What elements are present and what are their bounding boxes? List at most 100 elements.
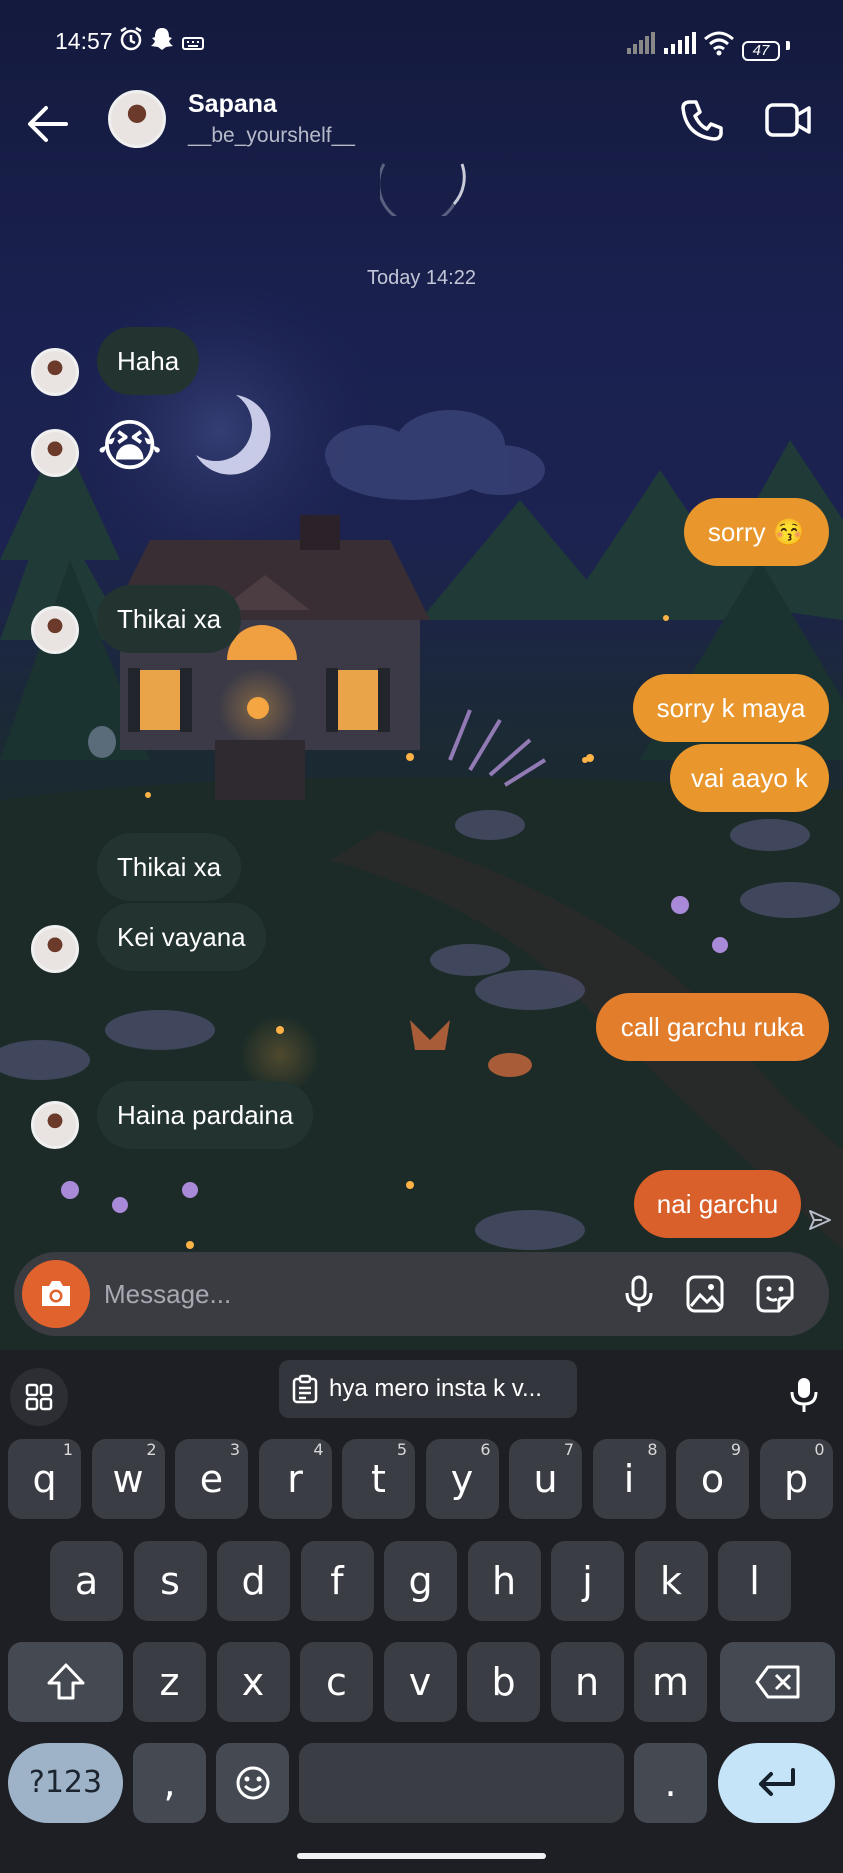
key-y[interactable]: y6 <box>425 1439 499 1519</box>
key-v[interactable]: v <box>383 1642 457 1722</box>
symbols-key[interactable]: ?123 <box>8 1743 123 1823</box>
key-b[interactable]: b <box>467 1642 540 1722</box>
emoji-icon <box>236 1766 269 1800</box>
enter-key[interactable] <box>718 1743 835 1823</box>
key-label: g <box>408 1559 433 1603</box>
camera-button[interactable] <box>22 1260 90 1328</box>
message-input[interactable]: Message... <box>104 1252 604 1336</box>
key-r[interactable]: r4 <box>258 1439 332 1519</box>
key-c[interactable]: c <box>300 1642 373 1722</box>
keyboard-indicator-icon <box>182 30 204 57</box>
chat-screen: 14:57 47 Sapana __be_yourshelf__ Today 1… <box>0 0 843 1873</box>
key-label: b <box>491 1660 516 1704</box>
key-q[interactable]: q1 <box>8 1439 81 1519</box>
key-u[interactable]: u7 <box>509 1439 582 1519</box>
outgoing-message[interactable]: vai aayo k <box>670 744 829 812</box>
gallery-icon[interactable] <box>685 1274 725 1314</box>
key-label: z <box>159 1660 180 1704</box>
key-w[interactable]: w2 <box>91 1439 165 1519</box>
key-label: j <box>582 1559 593 1603</box>
key-m[interactable]: m <box>634 1642 707 1722</box>
key-label: a <box>74 1559 99 1603</box>
key-j[interactable]: j <box>551 1541 624 1621</box>
key-number-hint: 5 <box>396 1440 407 1459</box>
incoming-message[interactable]: Kei vayana <box>97 903 266 971</box>
outgoing-message[interactable]: call garchu ruka <box>596 993 829 1061</box>
sender-avatar[interactable] <box>31 606 79 654</box>
period-key[interactable]: . <box>634 1743 707 1823</box>
shift-icon <box>47 1663 84 1700</box>
status-time: 14:57 <box>55 28 113 54</box>
clipboard-icon <box>292 1374 318 1404</box>
message-timestamp: Today 14:22 <box>367 267 476 289</box>
key-number-hint: 2 <box>146 1440 157 1459</box>
key-h[interactable]: h <box>467 1541 541 1621</box>
outgoing-message[interactable]: nai garchu <box>634 1170 801 1238</box>
key-k[interactable]: k <box>634 1541 708 1621</box>
key-label: l <box>749 1559 760 1603</box>
sent-status-icon <box>808 1208 832 1232</box>
key-number-hint: 7 <box>563 1440 574 1459</box>
key-number-hint: 3 <box>229 1440 240 1459</box>
incoming-message[interactable]: Thikai xa <box>97 585 242 653</box>
signal-icon-1 <box>627 32 657 60</box>
battery-level: 47 <box>742 41 780 61</box>
sender-avatar[interactable] <box>31 1101 79 1149</box>
key-label: v <box>408 1660 432 1704</box>
key-i[interactable]: i8 <box>592 1439 666 1519</box>
comma-key[interactable]: , <box>133 1743 206 1823</box>
contact-avatar[interactable] <box>108 90 166 148</box>
video-call-icon[interactable] <box>764 100 812 140</box>
back-arrow-icon[interactable] <box>26 102 70 146</box>
contact-name[interactable]: Sapana <box>188 90 277 119</box>
key-label: h <box>491 1559 517 1603</box>
chat-header: Sapana __be_yourshelf__ <box>0 80 843 162</box>
voice-input-icon[interactable] <box>786 1370 822 1420</box>
on-screen-keyboard: hya mero insta k v... q1w2e3r4t5y6u7i8o9… <box>0 1350 843 1873</box>
sticker-icon[interactable] <box>755 1274 795 1314</box>
key-n[interactable]: n <box>550 1642 624 1722</box>
key-label: d <box>241 1559 266 1603</box>
signal-icon-2 <box>664 32 696 60</box>
camera-icon <box>42 1281 70 1306</box>
sender-avatar[interactable] <box>31 348 79 396</box>
incoming-message[interactable]: Haina pardaina <box>97 1081 314 1149</box>
key-d[interactable]: d <box>217 1541 290 1621</box>
enter-icon <box>758 1768 795 1796</box>
alarm-icon <box>118 26 144 58</box>
key-t[interactable]: t5 <box>342 1439 415 1519</box>
phone-call-icon[interactable] <box>680 98 724 142</box>
key-number-hint: 9 <box>730 1440 741 1459</box>
key-p[interactable]: p0 <box>759 1439 833 1519</box>
sender-avatar[interactable] <box>31 925 79 973</box>
key-z[interactable]: z <box>133 1642 206 1722</box>
key-e[interactable]: e3 <box>175 1439 248 1519</box>
space-key[interactable] <box>299 1743 624 1823</box>
home-indicator[interactable] <box>297 1853 546 1859</box>
microphone-icon[interactable] <box>619 1274 659 1314</box>
sender-avatar[interactable] <box>31 429 79 477</box>
incoming-emoji-message[interactable]: 😭 <box>97 412 162 482</box>
keyboard-apps-button[interactable] <box>10 1368 68 1426</box>
emoji-key[interactable] <box>216 1743 289 1823</box>
incoming-message[interactable]: Thikai xa <box>97 833 242 901</box>
key-number-hint: 1 <box>62 1440 73 1459</box>
key-g[interactable]: g <box>384 1541 457 1621</box>
loading-spinner-icon <box>377 160 466 226</box>
incoming-message[interactable]: Haha <box>97 327 200 395</box>
key-l[interactable]: l <box>718 1541 791 1621</box>
outgoing-message[interactable]: sorry k maya <box>633 674 829 742</box>
key-x[interactable]: x <box>216 1642 290 1722</box>
key-s[interactable]: s <box>133 1541 207 1621</box>
outgoing-message[interactable]: sorry 😚 <box>684 498 829 566</box>
key-a[interactable]: a <box>50 1541 123 1621</box>
key-o[interactable]: o9 <box>676 1439 749 1519</box>
clipboard-suggestion-chip[interactable]: hya mero insta k v... <box>279 1360 577 1418</box>
shift-key[interactable] <box>8 1642 123 1722</box>
contact-username[interactable]: __be_yourshelf__ <box>188 124 355 148</box>
key-number-hint: 8 <box>647 1440 658 1459</box>
grid-icon <box>25 1383 53 1411</box>
backspace-key[interactable] <box>720 1642 835 1722</box>
snapchat-icon <box>150 26 174 58</box>
key-f[interactable]: f <box>300 1541 374 1621</box>
